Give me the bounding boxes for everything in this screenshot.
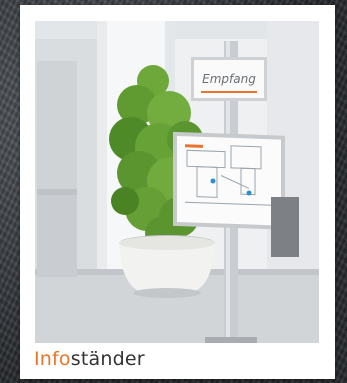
product-title[interactable]: Infoständer: [34, 348, 145, 370]
info-stand-illustration: Empfang: [35, 21, 319, 343]
product-title-rest[interactable]: ständer: [71, 348, 145, 370]
product-photo: Empfang: [35, 21, 319, 343]
sign-label: Empfang: [202, 72, 256, 86]
product-card[interactable]: Empfang Infoständer: [20, 5, 335, 379]
product-title-accent[interactable]: Info: [34, 348, 71, 370]
